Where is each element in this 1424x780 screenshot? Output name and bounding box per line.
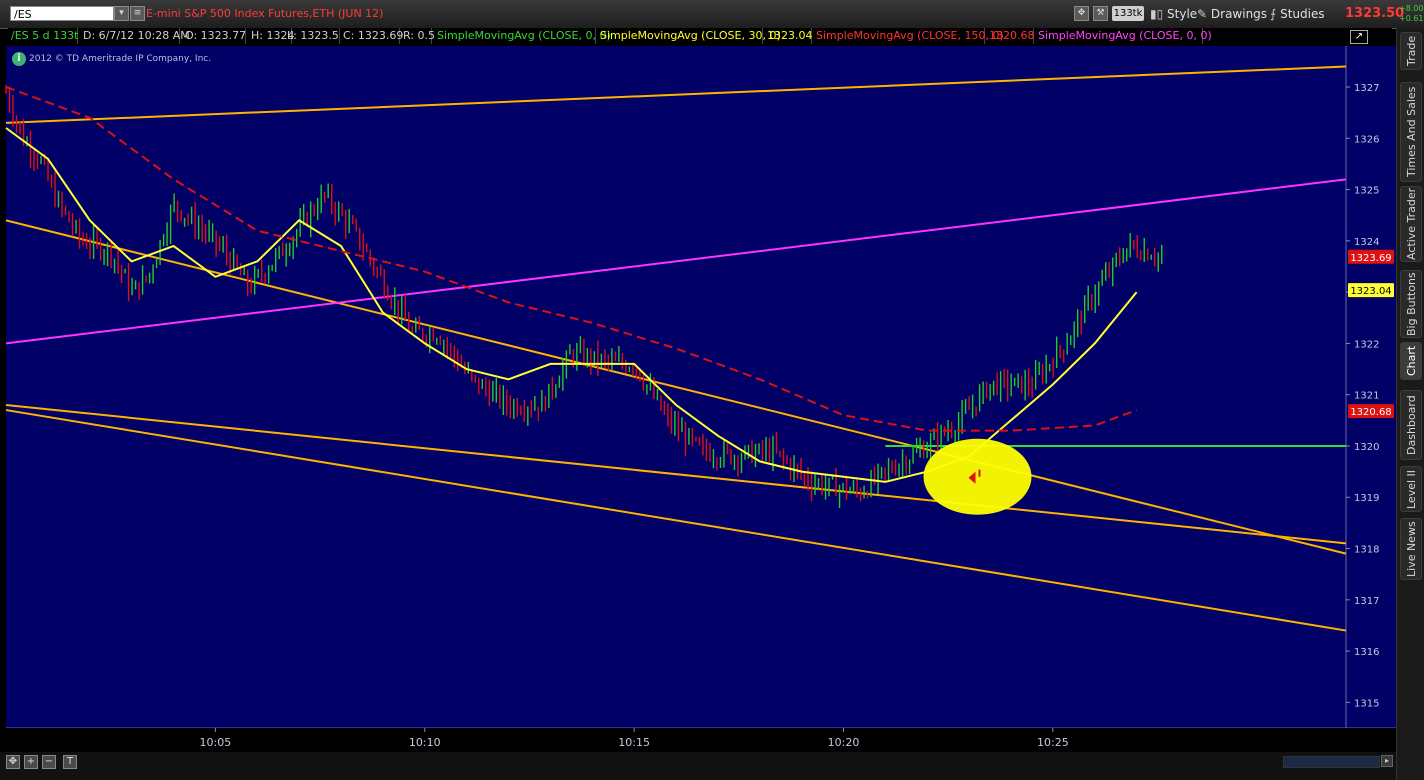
info-low: L: 1323.5 [284, 28, 340, 44]
x-tick-label: 10:15 [618, 736, 650, 749]
study-sma-150-value: 1320.68 [986, 28, 1035, 44]
tab-times-and-sales[interactable]: Times And Sales [1400, 82, 1422, 182]
chart-info-bar: /ES 5 d 133t D: 6/7/12 10:28 AM O: 1323.… [8, 28, 1392, 44]
price-chart[interactable]: 1315131613171318131913201321132213231324… [0, 0, 1396, 752]
y-tick-label: 1318 [1354, 545, 1379, 556]
info-icon[interactable]: i [12, 52, 26, 66]
y-tick-label: 1326 [1354, 134, 1379, 145]
tab-chart[interactable]: Chart [1400, 342, 1422, 380]
tab-trade[interactable]: Trade [1400, 32, 1422, 70]
tab-active-trader[interactable]: Active Trader [1400, 186, 1422, 262]
copyright-text: 2012 © TD Ameritrade IP Company, Inc. [29, 54, 212, 64]
y-tick-label: 1320 [1354, 442, 1379, 453]
pan-icon[interactable]: ✥ [6, 755, 20, 769]
y-tick-label: 1324 [1354, 237, 1379, 248]
tab-big-buttons[interactable]: Big Buttons [1400, 270, 1422, 338]
last-price-label: 1323.69 [1350, 253, 1391, 264]
x-tick-label: 10:25 [1037, 736, 1069, 749]
price-axis-area [1346, 46, 1396, 728]
highlight-ellipse [923, 438, 1032, 515]
info-symbol-period[interactable]: /ES 5 d 133t [8, 28, 78, 44]
y-tick-label: 1322 [1354, 339, 1379, 350]
y-tick-label: 1315 [1354, 698, 1379, 709]
horizontal-scrollbar[interactable] [1283, 756, 1380, 768]
info-open: O: 1323.77 [182, 28, 246, 44]
x-tick-label: 10:05 [200, 736, 232, 749]
y-tick-label: 1316 [1354, 647, 1379, 658]
chart-settings-icon[interactable]: ↗ [1350, 30, 1368, 44]
zoom-out-icon[interactable]: − [42, 755, 56, 769]
zoom-in-icon[interactable]: + [24, 755, 38, 769]
tab-level-ii[interactable]: Level II [1400, 466, 1422, 512]
study-sma-30-value: 1323.04 [764, 28, 813, 44]
y-tick-label: 1317 [1354, 596, 1379, 607]
order-marker-icon [978, 469, 981, 477]
chart-bottom-bar: ✥ + − T [0, 752, 1396, 780]
tab-live-news[interactable]: Live News [1400, 518, 1422, 580]
y-tick-label: 1319 [1354, 493, 1379, 504]
sma-150-price-label: 1320.68 [1350, 407, 1391, 418]
tab-dashboard[interactable]: Dashboard [1400, 390, 1422, 460]
text-tool-icon[interactable]: T [63, 755, 77, 769]
y-tick-label: 1327 [1354, 83, 1379, 94]
study-sma-green[interactable]: SimpleMovingAvg (CLOSE, 0, 0) [434, 28, 611, 44]
scroll-right-icon[interactable]: ▸ [1381, 755, 1393, 767]
x-tick-label: 10:20 [828, 736, 860, 749]
study-sma-magenta[interactable]: SimpleMovingAvg (CLOSE, 0, 0) [1035, 28, 1212, 44]
study-sma-30[interactable]: SimpleMovingAvg (CLOSE, 30, 0) [597, 28, 781, 44]
info-close: C: 1323.69 [340, 28, 403, 44]
info-range: R: 0.5 [400, 28, 435, 44]
study-sma-150[interactable]: SimpleMovingAvg (CLOSE, 150, 0) [813, 28, 1004, 44]
y-tick-label: 1325 [1354, 186, 1379, 197]
sma-30-price-label: 1323.04 [1350, 286, 1391, 297]
info-date: D: 6/7/12 10:28 AM [80, 28, 190, 44]
side-tab-bar: Trade Times And Sales Active Trader Big … [1396, 28, 1424, 780]
x-tick-label: 10:10 [409, 736, 441, 749]
price-change-percent: +0.61% [1399, 14, 1424, 23]
price-change: +8.00 [1399, 4, 1424, 13]
y-tick-label: 1321 [1354, 391, 1379, 402]
